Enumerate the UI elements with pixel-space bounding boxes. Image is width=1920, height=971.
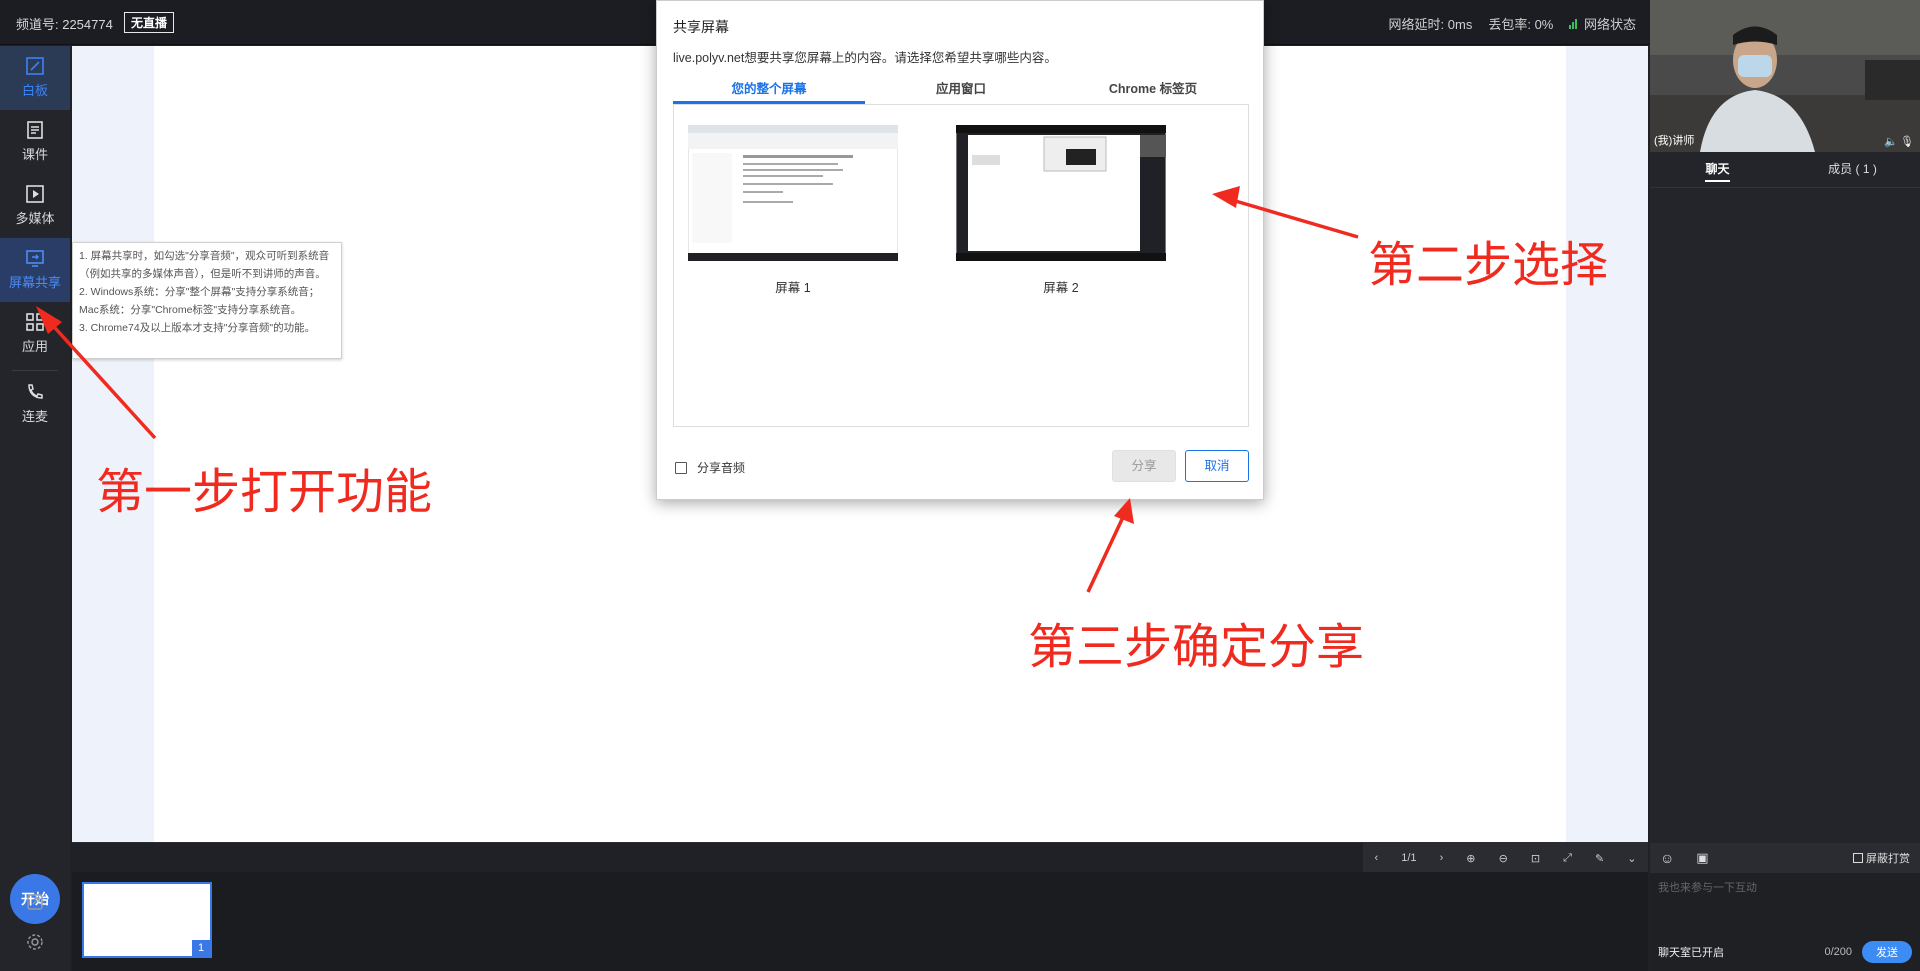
camera-preview[interactable]: (我)讲师 🔈 🎙 (1650, 0, 1920, 152)
nav-co-host[interactable]: 连麦 (0, 372, 70, 436)
latency-text: 网络延时: 0ms (1388, 17, 1473, 32)
tooltip-line: 2. Windows系统：分享"整个屏幕"支持分享系统音；Mac系统：分享"Ch… (79, 286, 320, 316)
screen-preview-image (955, 124, 1167, 262)
zoom-out-icon[interactable]: ⊖ (1499, 852, 1508, 865)
chat-tools: ☺ ▣ 屏蔽打赏 (1650, 843, 1920, 873)
nav-label: 课件 (21, 147, 48, 162)
char-count: 0/200 (1824, 946, 1852, 958)
tab-app-window[interactable]: 应用窗口 (865, 75, 1057, 104)
pen-toggle-icon[interactable]: ✎ (1595, 852, 1604, 865)
checkbox-icon (1853, 853, 1863, 863)
fit-page-icon[interactable]: ⊡ (1531, 852, 1540, 865)
dialog-title: 共享屏幕 (673, 19, 729, 35)
dialog-description: live.polyv.net想要共享您屏幕上的内容。请选择您希望共享哪些内容。 (673, 51, 1057, 65)
network-status[interactable]: 网络状态 (1569, 14, 1636, 33)
chat-tabs: 聊天 成员 ( 1 ) (1650, 152, 1920, 188)
settings-gear-icon[interactable] (25, 932, 45, 952)
emoji-icon[interactable]: ☺ (1660, 850, 1674, 866)
camera-feed-image (1650, 0, 1920, 152)
step3-annotation: 第三步确定分享 (1028, 619, 1365, 675)
share-button[interactable]: 分享 (1112, 450, 1176, 482)
live-status-badge: 无直播 (124, 12, 175, 33)
nav-screen-share[interactable]: 屏幕共享 (0, 238, 70, 302)
step1-annotation: 第一步打开功能 (96, 464, 433, 520)
send-button[interactable]: 发送 (1862, 941, 1912, 963)
media-play-icon (26, 185, 44, 203)
checkbox-icon (675, 461, 687, 474)
cancel-button[interactable]: 取消 (1185, 450, 1249, 482)
tab-label: 成员 ( 1 ) (1828, 162, 1877, 176)
page-thumbnail[interactable]: 1 (82, 882, 212, 958)
screen-preview-image (687, 124, 899, 262)
nav-label: 屏幕共享 (8, 275, 61, 290)
tab-label: 聊天 (1705, 162, 1730, 182)
tab-chat[interactable]: 聊天 (1650, 152, 1785, 187)
external-link-icon[interactable] (25, 892, 45, 912)
chat-placeholder: 我也来参与一下互动 (1658, 882, 1757, 894)
apps-grid-icon (26, 313, 44, 331)
whiteboard-icon (26, 57, 44, 75)
tab-members[interactable]: 成员 ( 1 ) (1785, 152, 1920, 187)
courseware-icon (27, 121, 43, 139)
screen-option-2[interactable]: 屏幕 2 (955, 124, 1167, 295)
tab-chrome-tab[interactable]: Chrome 标签页 (1057, 75, 1249, 104)
screen-list: 屏幕 1 屏幕 2 (673, 105, 1249, 427)
left-nav: 白板 课件 多媒体 屏幕共享 应用 连麦 开始 (0, 46, 70, 971)
tooltip-line: 1. 屏幕共享时，如勾选"分享音频"，观众可听到系统音（例如共享的多媒体声音），… (79, 250, 330, 280)
nav-divider (12, 370, 58, 371)
camera-user-name: (我)讲师 (1654, 135, 1695, 147)
thumbnail-strip: 1 (72, 872, 1648, 971)
right-panel: (我)讲师 🔈 🎙 聊天 成员 ( 1 ) ☺ ▣ 屏蔽打赏 我也来参与一下互动… (1650, 0, 1920, 971)
screen-share-icon (26, 250, 44, 267)
nav-whiteboard[interactable]: 白板 (0, 46, 70, 110)
screen-option-1[interactable]: 屏幕 1 (687, 124, 899, 295)
page-tools: ‹ 1/1 › ⊕ ⊖ ⊡ ⤢ ✎ ⌄ (1363, 843, 1648, 873)
fullscreen-icon[interactable]: ⤢ (1563, 852, 1572, 865)
signal-icon (1569, 19, 1578, 29)
chat-input[interactable]: 我也来参与一下互动 (1650, 873, 1920, 933)
packet-loss-text: 丢包率: 0% (1488, 17, 1554, 32)
block-reward-label: 屏蔽打赏 (1866, 853, 1910, 865)
nav-courseware[interactable]: 课件 (0, 110, 70, 174)
share-audio-label: 分享音频 (697, 461, 746, 475)
canvas-margin-right (1566, 46, 1648, 842)
tab-entire-screen[interactable]: 您的整个屏幕 (673, 75, 865, 104)
network-stats: 网络延时: 0ms 丢包率: 0% 网络状态 (1389, 14, 1636, 33)
nav-label: 白板 (21, 83, 48, 98)
image-icon[interactable]: ▣ (1696, 850, 1708, 866)
share-source-tabs: 您的整个屏幕 应用窗口 Chrome 标签页 (673, 75, 1249, 105)
nav-label: 应用 (21, 339, 48, 354)
prev-page-icon[interactable]: ‹ (1375, 852, 1379, 864)
tooltip-line: 3. Chrome74及以上版本才支持"分享音频"的功能。 (79, 322, 316, 334)
zoom-in-icon[interactable]: ⊕ (1466, 852, 1475, 865)
chat-footer: 聊天室已开启 0/200 发送 (1650, 933, 1920, 971)
page-toolbar: ‹ 1/1 › ⊕ ⊖ ⊡ ⤢ ✎ ⌄ (72, 842, 1648, 873)
nav-label: 连麦 (21, 409, 48, 424)
chat-status: 聊天室已开启 (1658, 947, 1724, 959)
canvas-margin-left (72, 46, 154, 842)
share-screen-dialog: 共享屏幕 live.polyv.net想要共享您屏幕上的内容。请选择您希望共享哪… (656, 0, 1264, 500)
screen-label: 屏幕 2 (1043, 281, 1079, 295)
collapse-icon[interactable]: ⌄ (1627, 852, 1636, 865)
next-page-icon[interactable]: › (1440, 852, 1444, 864)
nav-label: 多媒体 (15, 211, 55, 226)
network-status-label: 网络状态 (1583, 17, 1636, 32)
nav-media[interactable]: 多媒体 (0, 174, 70, 238)
nav-apps[interactable]: 应用 (0, 302, 70, 366)
step2-annotation: 第二步选择 (1368, 237, 1609, 293)
phone-icon (28, 384, 43, 399)
screen-share-tooltip: 1. 屏幕共享时，如勾选"分享音频"，观众可听到系统音（例如共享的多媒体声音），… (72, 242, 342, 359)
block-reward-toggle[interactable]: 屏蔽打赏 (1853, 850, 1910, 866)
microphone-icon[interactable]: 🎙 (1900, 135, 1914, 148)
screen-label: 屏幕 1 (775, 281, 811, 295)
speaker-icon[interactable]: 🔈 (1884, 135, 1898, 148)
page-indicator: 1/1 (1401, 852, 1417, 864)
share-audio-checkbox[interactable]: 分享音频 (675, 459, 745, 476)
thumbnail-page-number: 1 (192, 940, 210, 956)
channel-number: 频道号: 2254774 (16, 17, 113, 32)
